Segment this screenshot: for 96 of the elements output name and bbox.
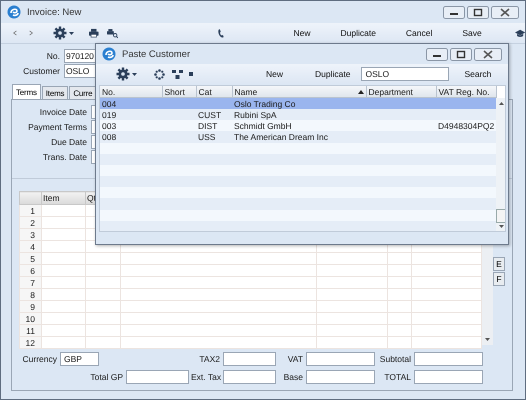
field-label: TAX2	[198, 354, 221, 364]
row-number: 8	[20, 288, 42, 300]
tab[interactable]: Items	[42, 86, 68, 99]
app-logo-icon	[102, 47, 116, 61]
column-header[interactable]: VAT Reg. No.	[436, 86, 496, 98]
side-tab[interactable]: F	[493, 272, 505, 286]
search-field[interactable]: OSLO	[361, 67, 450, 81]
tab[interactable]: Terms	[12, 84, 41, 99]
input-field[interactable]	[223, 370, 276, 384]
table-row[interactable]: 004 Oslo Trading Co	[100, 98, 496, 110]
row-number: 2	[20, 216, 42, 228]
table-cell: DIST	[198, 120, 218, 131]
table-row[interactable]: 019 CUST Rubini SpA	[100, 109, 496, 120]
row-number: 11	[20, 324, 42, 336]
hierarchy-icon[interactable]	[172, 70, 183, 78]
field-label: No.	[46, 51, 61, 61]
table-cell: 008	[102, 132, 116, 142]
toolbar-button[interactable]: New	[290, 28, 314, 38]
tab[interactable]: Curre	[69, 86, 96, 99]
table-row[interactable]: 003 DIST Schmidt GmbH D4948304PQ2	[100, 120, 496, 132]
input-field[interactable]: GBP	[60, 352, 99, 366]
field-label: Ext. Tax	[191, 372, 222, 382]
column-header[interactable]: Cat	[196, 86, 232, 98]
toolbar-button[interactable]: Save	[459, 28, 485, 38]
minimize-button[interactable]	[426, 48, 448, 60]
field-label: Total GP	[89, 372, 124, 382]
corner-header	[20, 192, 42, 204]
dialog-title: Paste Customer	[122, 48, 190, 60]
table-cell: 019	[102, 110, 116, 120]
field-label: VAT	[286, 354, 304, 364]
column-header[interactable]: Name	[232, 86, 366, 98]
field-label: Payment Terms	[27, 122, 88, 132]
row-number: 12	[20, 336, 42, 348]
next-icon[interactable]	[29, 29, 34, 37]
row-number: 6	[20, 264, 42, 276]
column-header[interactable]: Short	[162, 86, 196, 98]
scroll-down-icon[interactable]	[498, 225, 504, 228]
field-label: Trans. Date	[42, 152, 88, 162]
previous-icon[interactable]	[13, 29, 18, 37]
spinner-icon[interactable]	[154, 68, 165, 80]
input-field[interactable]	[306, 352, 375, 366]
field-label: Invoice Date	[38, 107, 88, 117]
toolbar-button[interactable]: New	[263, 69, 286, 79]
gear-icon[interactable]	[116, 67, 138, 81]
scroll-up-icon[interactable]	[498, 102, 504, 105]
table-cell: D4948304PQ2	[438, 120, 494, 131]
maximize-button[interactable]	[467, 6, 489, 18]
table-row[interactable]: 008 USS The American Dream Inc	[100, 131, 496, 143]
field-label: Subtotal	[378, 354, 412, 364]
window-title: Invoice: New	[27, 6, 82, 18]
field-label: Customer	[22, 66, 61, 76]
field-label: TOTAL	[383, 372, 412, 382]
sort-arrow-icon	[358, 90, 364, 94]
print-preview-icon[interactable]	[106, 26, 118, 40]
input-field[interactable]	[414, 370, 483, 384]
row-number: 10	[20, 312, 42, 324]
table-cell: Oslo Trading Co	[234, 98, 296, 109]
row-number: 9	[20, 300, 42, 312]
table-cell: Rubini SpA	[234, 110, 277, 120]
table-cell: The American Dream Inc	[234, 132, 328, 142]
table-cell: 004	[102, 98, 116, 109]
phone-icon[interactable]	[218, 26, 224, 40]
input-field[interactable]	[306, 370, 375, 384]
input-field[interactable]	[414, 352, 483, 366]
scrollbar-thumb[interactable]	[496, 209, 505, 223]
input-field[interactable]	[126, 370, 189, 384]
minimize-button[interactable]	[443, 6, 465, 18]
graduation-cap-icon[interactable]	[514, 28, 525, 38]
column-header[interactable]: Department	[366, 86, 436, 98]
table-cell: 003	[102, 120, 116, 131]
row-number: 4	[20, 240, 42, 252]
table-cell: USS	[198, 132, 216, 142]
row-number: 7	[20, 276, 42, 288]
row-number: 5	[20, 252, 42, 264]
column-header: Item	[42, 192, 86, 204]
maximize-button[interactable]	[450, 48, 472, 60]
toolbar-button[interactable]: Duplicate	[312, 69, 354, 79]
side-tab[interactable]: E	[493, 257, 505, 271]
field-label: Base	[282, 372, 304, 382]
gear-icon[interactable]	[53, 26, 76, 40]
close-button[interactable]	[474, 48, 502, 60]
table-cell: Schmidt GmbH	[234, 120, 292, 131]
close-button[interactable]	[491, 6, 519, 18]
printer-icon[interactable]	[89, 27, 99, 39]
field-label: Currency	[22, 354, 58, 364]
app-logo-icon	[7, 5, 21, 19]
column-header[interactable]: No.	[100, 86, 162, 98]
input-field[interactable]	[223, 352, 276, 366]
scroll-down-icon[interactable]	[485, 338, 490, 341]
toolbar-button[interactable]: Duplicate	[337, 28, 379, 38]
row-number: 3	[20, 228, 42, 240]
row-number: 1	[20, 204, 42, 216]
table-cell: CUST	[198, 110, 222, 120]
toolbar-button[interactable]: Cancel	[402, 28, 436, 38]
field-label: Due Date	[50, 137, 88, 147]
search-button[interactable]: Search	[461, 69, 494, 79]
